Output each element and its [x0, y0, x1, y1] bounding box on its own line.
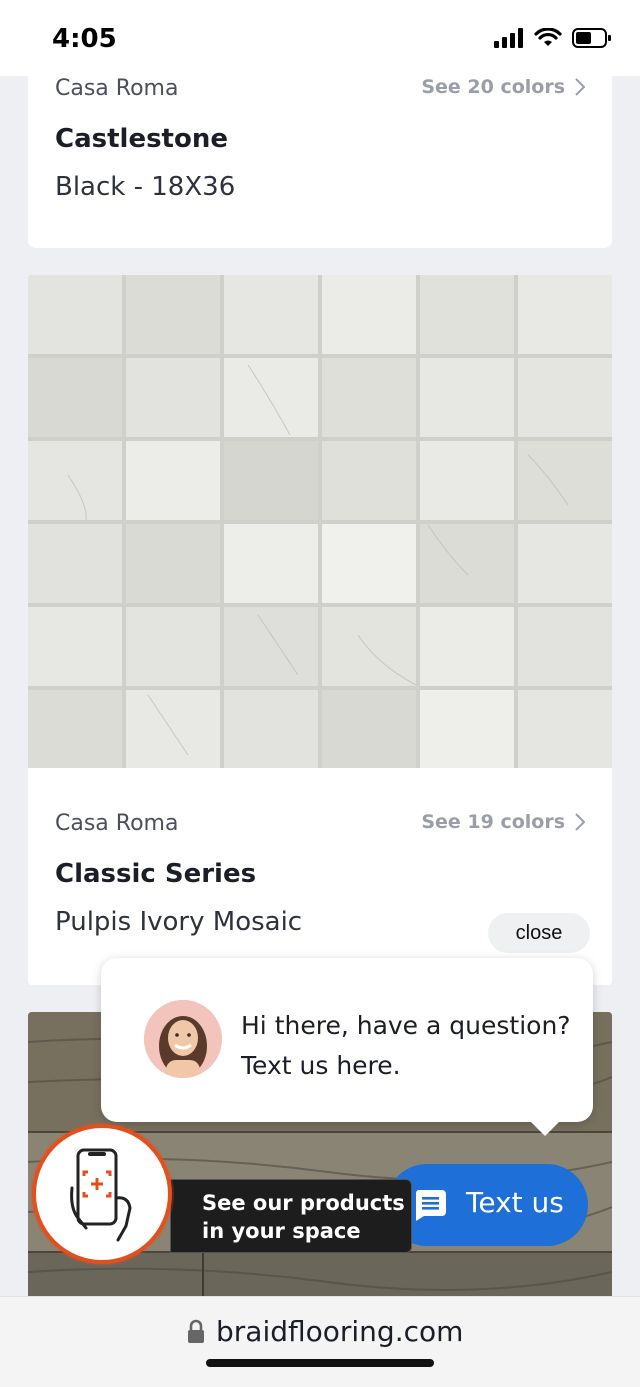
see-colors-label: See 20 colors — [421, 76, 565, 98]
product-brand: Casa Roma — [55, 811, 179, 836]
lock-icon — [188, 1319, 204, 1343]
browser-url-text: braidflooring.com — [216, 1315, 464, 1348]
ar-visualizer-button[interactable] — [32, 1124, 172, 1264]
wifi-icon — [534, 28, 562, 46]
see-colors-label: See 19 colors — [421, 811, 565, 833]
see-colors-link[interactable]: See 20 colors — [421, 76, 585, 98]
product-image[interactable] — [28, 275, 612, 768]
product-name: Classic Series — [55, 859, 257, 889]
chat-prompt-bubble[interactable]: Hi there, have a question? Text us here. — [101, 958, 593, 1136]
product-card[interactable]: Casa Roma See 19 colors Classic Series P… — [28, 275, 612, 985]
product-variant: Black - 18X36 — [55, 172, 236, 202]
product-card[interactable]: Casa Roma See 20 colors Castlestone Blac… — [28, 60, 612, 248]
status-time: 4:05 — [52, 24, 117, 54]
product-brand: Casa Roma — [55, 76, 179, 101]
browser-url-bar[interactable]: braidflooring.com — [0, 1296, 640, 1387]
bubble-tail — [531, 1122, 559, 1136]
product-name: Castlestone — [55, 124, 228, 154]
agent-avatar — [144, 1000, 222, 1078]
cellular-signal-icon — [494, 28, 523, 48]
phone-scan-icon — [70, 1148, 132, 1242]
chat-close-button[interactable]: close — [488, 913, 590, 953]
text-us-button[interactable]: Text us — [386, 1164, 588, 1246]
status-bar: 4:05 — [0, 0, 640, 76]
ar-visualizer-label[interactable]: See our products in your space — [170, 1179, 412, 1253]
text-us-label: Text us — [466, 1186, 564, 1219]
chat-message-icon — [415, 1190, 446, 1221]
see-colors-link[interactable]: See 19 colors — [421, 811, 585, 833]
battery-icon — [572, 28, 611, 48]
chevron-right-icon — [575, 78, 585, 96]
home-indicator[interactable] — [206, 1359, 434, 1367]
chevron-right-icon — [575, 813, 585, 831]
product-variant: Pulpis Ivory Mosaic — [55, 907, 303, 937]
status-icons — [494, 28, 612, 48]
chat-prompt-message: Hi there, have a question? Text us here. — [241, 1011, 571, 1080]
